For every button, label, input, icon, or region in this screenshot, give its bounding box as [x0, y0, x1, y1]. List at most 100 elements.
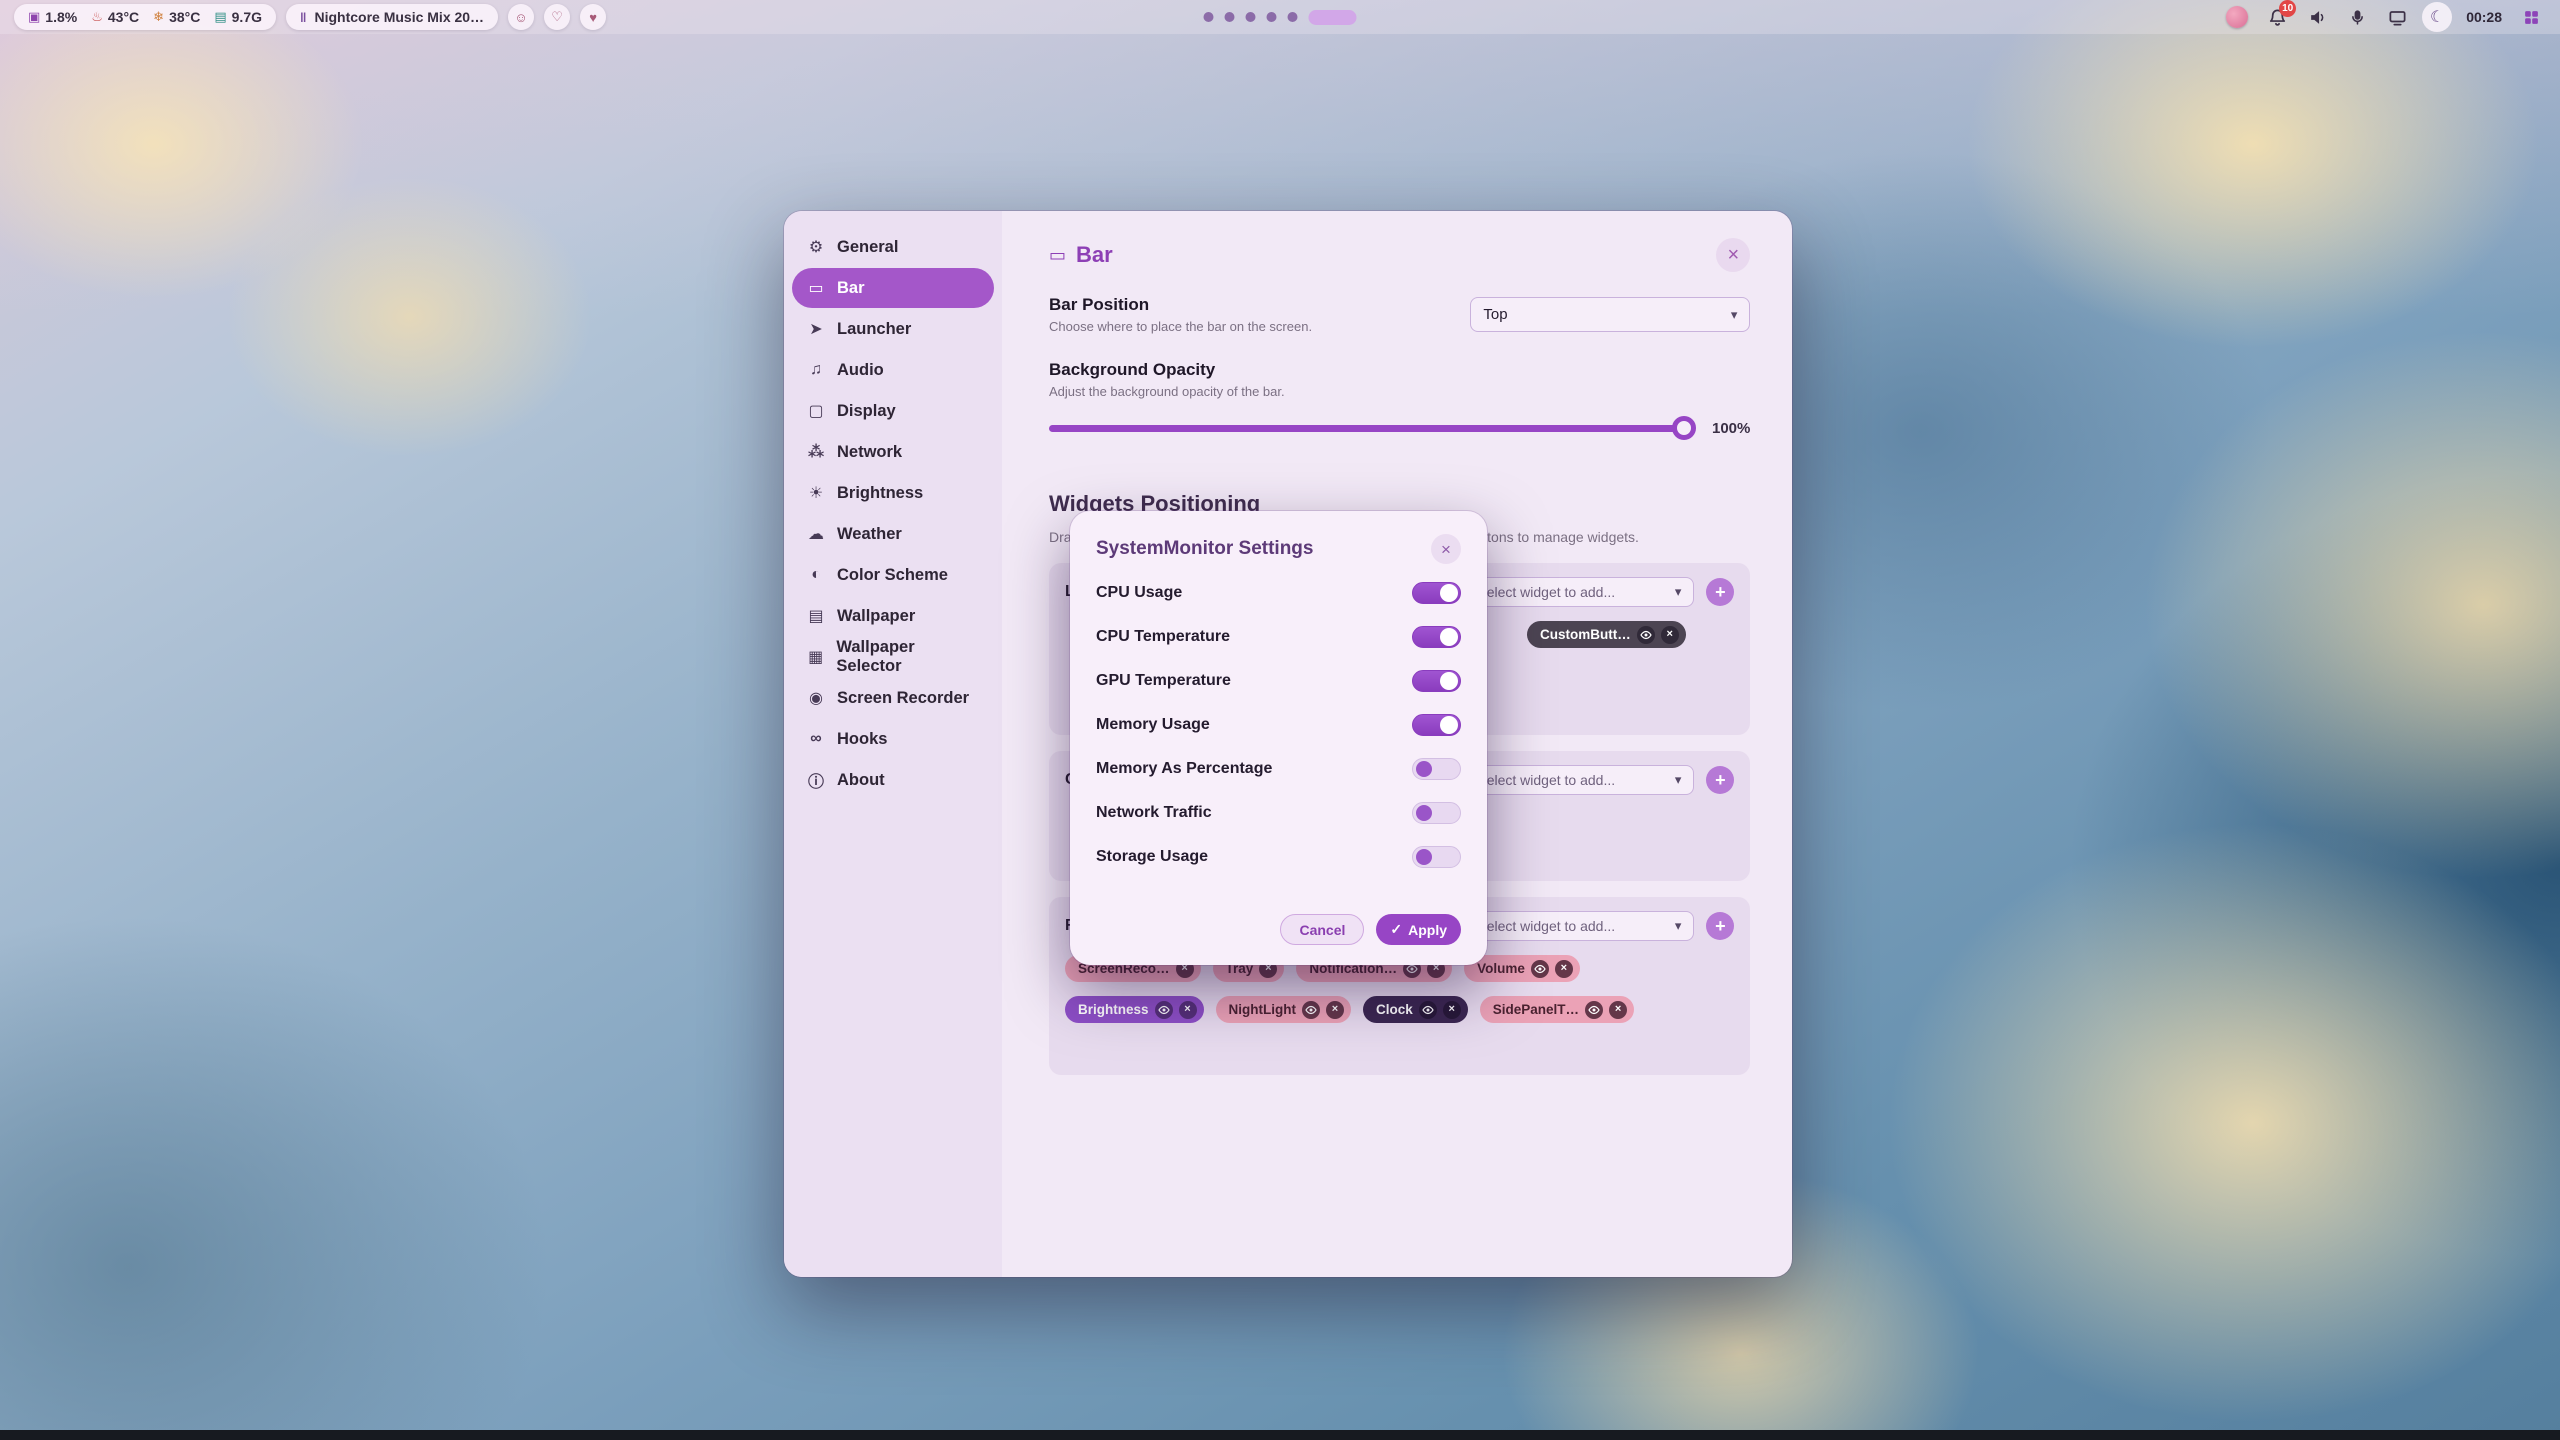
- widget-chip-volume[interactable]: Volume ×: [1464, 955, 1580, 982]
- eye-icon: [1158, 1004, 1170, 1016]
- sidebar-item-bar[interactable]: ▭Bar: [792, 268, 994, 308]
- background-opacity-slider[interactable]: [1049, 415, 1694, 441]
- memory-stat: ▤9.7G: [214, 9, 262, 25]
- close-icon: ×: [1332, 1004, 1338, 1015]
- sidebar-item-general[interactable]: ⚙General: [792, 227, 994, 267]
- memory-value: 9.7G: [232, 9, 262, 25]
- network-traffic-toggle[interactable]: [1412, 802, 1461, 824]
- bar-position-select[interactable]: Top ▾: [1470, 297, 1750, 332]
- hooks-icon: ∞: [806, 730, 826, 748]
- favorite-button[interactable]: ♡: [544, 4, 570, 30]
- widget-chip-custombutton[interactable]: CustomButt… ×: [1527, 621, 1686, 648]
- center-widgets-add-select[interactable]: Select widget to add... ▾: [1464, 765, 1694, 795]
- like-button[interactable]: ♥: [580, 4, 606, 30]
- cpu-usage-toggle[interactable]: [1412, 582, 1461, 604]
- right-widgets-add-button[interactable]: +: [1706, 912, 1734, 940]
- sidebar-item-label: Bar: [837, 279, 865, 298]
- workspace-dot[interactable]: [1225, 12, 1235, 22]
- cpu-usage-value: 1.8%: [45, 9, 77, 25]
- sidebar-item-network[interactable]: ⁂Network: [792, 432, 994, 472]
- cpu-temperature-toggle[interactable]: [1412, 626, 1461, 648]
- toggle-row-cpu-temperature: CPU Temperature: [1096, 615, 1461, 659]
- slider-track: [1049, 425, 1694, 432]
- widget-visibility-button[interactable]: [1637, 626, 1655, 644]
- widget-visibility-button[interactable]: [1419, 1001, 1437, 1019]
- center-widgets-add-button[interactable]: +: [1706, 766, 1734, 794]
- sidebar-item-launcher[interactable]: ➤Launcher: [792, 309, 994, 349]
- background-opacity-description: Adjust the background opacity of the bar…: [1049, 384, 1750, 399]
- volume-button[interactable]: [2302, 2, 2332, 32]
- apply-button[interactable]: ✓Apply: [1376, 914, 1461, 945]
- sidebar-item-weather[interactable]: ☁Weather: [792, 514, 994, 554]
- memory-usage-toggle[interactable]: [1412, 714, 1461, 736]
- slider-knob[interactable]: [1672, 416, 1696, 440]
- left-widgets-add-select[interactable]: Select widget to add... ▾: [1464, 577, 1694, 607]
- toggle-knob: [1416, 805, 1432, 821]
- widget-visibility-button[interactable]: [1531, 960, 1549, 978]
- memory-as-percentage-toggle[interactable]: [1412, 758, 1461, 780]
- widget-chip-nightlight[interactable]: NightLight ×: [1216, 996, 1351, 1023]
- widget-remove-button[interactable]: ×: [1443, 1001, 1461, 1019]
- widget-chip-sidepanel[interactable]: SidePanelT… ×: [1480, 996, 1634, 1023]
- chevron-down-icon: ▾: [1675, 918, 1682, 934]
- sidebar-item-label: Color Scheme: [837, 566, 948, 585]
- gpu-temperature-toggle[interactable]: [1412, 670, 1461, 692]
- app-launcher-button[interactable]: [2516, 2, 2546, 32]
- sidebar-item-about[interactable]: ⓘAbout: [792, 760, 994, 800]
- top-bar-left: ▣1.8% ♨43°C ❄38°C ▤9.7G ‖ Nightcore Musi…: [14, 4, 606, 30]
- mic-button[interactable]: [2342, 2, 2372, 32]
- widget-visibility-button[interactable]: [1155, 1001, 1173, 1019]
- workspace-dot[interactable]: [1288, 12, 1298, 22]
- media-player-widget[interactable]: ‖ Nightcore Music Mix 20…: [286, 4, 498, 30]
- workspace-dot[interactable]: [1267, 12, 1277, 22]
- night-light-button[interactable]: ☾: [2422, 2, 2452, 32]
- palette-icon: ◐: [806, 566, 826, 584]
- close-icon: ×: [1667, 629, 1673, 640]
- toggle-label: Memory Usage: [1096, 716, 1210, 734]
- workspace-dot[interactable]: [1204, 12, 1214, 22]
- sidebar-item-screen-recorder[interactable]: ◉Screen Recorder: [792, 678, 994, 718]
- sidebar-item-brightness[interactable]: ☀Brightness: [792, 473, 994, 513]
- apply-label: Apply: [1408, 922, 1447, 938]
- workspace-indicator[interactable]: [1204, 0, 1357, 34]
- clock[interactable]: 00:28: [2462, 9, 2506, 25]
- modal-close-button[interactable]: ×: [1431, 534, 1461, 564]
- widget-chip-clock[interactable]: Clock ×: [1363, 996, 1468, 1023]
- color-picker-button[interactable]: [2222, 2, 2252, 32]
- sidebar-item-label: Network: [837, 443, 902, 462]
- emoji-button[interactable]: ☺: [508, 4, 534, 30]
- settings-close-button[interactable]: ×: [1716, 238, 1750, 272]
- notifications-button[interactable]: 10: [2262, 2, 2292, 32]
- eye-icon: [1422, 1004, 1434, 1016]
- widget-remove-button[interactable]: ×: [1609, 1001, 1627, 1019]
- sidebar-item-display[interactable]: ▢Display: [792, 391, 994, 431]
- sidebar-item-audio[interactable]: ♫Audio: [792, 350, 994, 390]
- bar-position-value: Top: [1483, 306, 1507, 323]
- screencast-button[interactable]: [2382, 2, 2412, 32]
- sidebar-item-wallpaper-selector[interactable]: ▦Wallpaper Selector: [792, 637, 994, 677]
- sidebar-item-color-scheme[interactable]: ◐ Color Scheme: [792, 555, 994, 595]
- widget-chip-brightness[interactable]: Brightness ×: [1065, 996, 1204, 1023]
- sidebar-item-wallpaper[interactable]: ▤Wallpaper: [792, 596, 994, 636]
- widget-remove-button[interactable]: ×: [1326, 1001, 1344, 1019]
- widget-chip-label: Brightness: [1078, 1002, 1149, 1017]
- eye-icon: [1534, 963, 1546, 975]
- widget-remove-button[interactable]: ×: [1661, 626, 1679, 644]
- right-widgets-add-select[interactable]: Select widget to add... ▾: [1464, 911, 1694, 941]
- widget-remove-button[interactable]: ×: [1555, 960, 1573, 978]
- widget-visibility-button[interactable]: [1302, 1001, 1320, 1019]
- cancel-button[interactable]: Cancel: [1280, 914, 1364, 945]
- widget-remove-button[interactable]: ×: [1179, 1001, 1197, 1019]
- widget-visibility-button[interactable]: [1585, 1001, 1603, 1019]
- system-stats[interactable]: ▣1.8% ♨43°C ❄38°C ▤9.7G: [14, 4, 276, 30]
- toggle-label: Memory As Percentage: [1096, 760, 1272, 778]
- workspace-dot[interactable]: [1246, 12, 1256, 22]
- storage-usage-toggle[interactable]: [1412, 846, 1461, 868]
- left-widgets-add-button[interactable]: +: [1706, 578, 1734, 606]
- sidebar-item-hooks[interactable]: ∞Hooks: [792, 719, 994, 759]
- workspace-active-pill[interactable]: [1309, 10, 1357, 25]
- right-widgets-chip-row-2: Brightness × NightLight × Clock × SidePa…: [1065, 996, 1734, 1023]
- heart-outline-icon: ♡: [551, 9, 563, 25]
- close-icon: ×: [1561, 963, 1567, 974]
- thermometer-icon: ♨: [91, 9, 103, 25]
